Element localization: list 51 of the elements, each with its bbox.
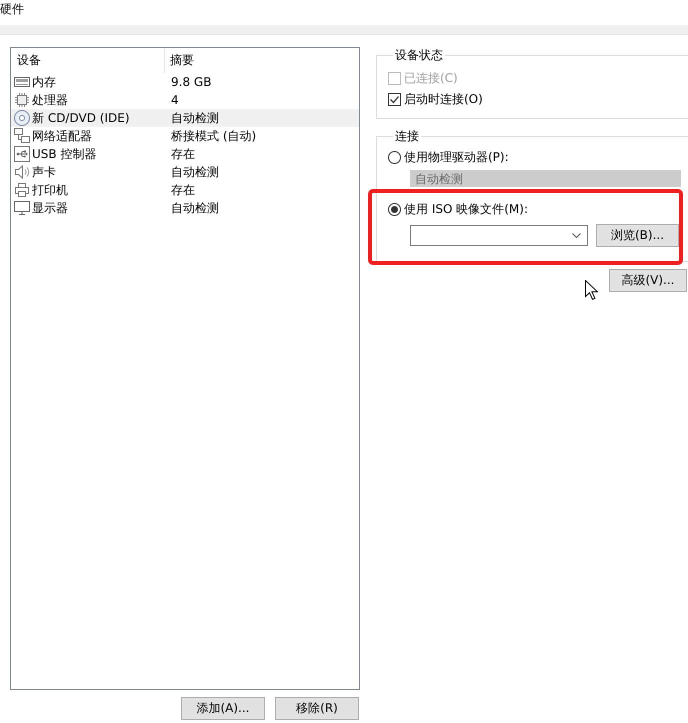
monitor-icon <box>14 200 30 216</box>
radio-label: 使用物理驱动器(P): <box>404 148 509 166</box>
device-summary: 自动检测 <box>171 200 219 216</box>
device-name: 内存 <box>32 74 56 90</box>
add-button[interactable]: 添加(A)... <box>181 697 265 720</box>
radio-button[interactable] <box>388 202 401 216</box>
device-row[interactable]: 处理器 4 <box>11 91 359 109</box>
memory-icon <box>14 74 30 90</box>
device-row[interactable]: USB 控制器 存在 <box>11 145 359 163</box>
device-row[interactable]: 内存 9.8 GB <box>11 73 359 91</box>
checkbox[interactable] <box>388 92 401 106</box>
device-name: 声卡 <box>32 164 56 180</box>
checkbox-label: 启动时连接(O) <box>404 90 483 108</box>
mouse-cursor-icon <box>585 280 598 300</box>
device-row[interactable]: 声卡 自动检测 <box>11 163 359 181</box>
chevron-down-icon <box>572 233 581 238</box>
device-name: 打印机 <box>32 182 68 198</box>
printer-icon <box>14 182 30 198</box>
device-name: USB 控制器 <box>32 146 96 162</box>
usb-icon <box>14 146 30 162</box>
advanced-button[interactable]: 高级(V)... <box>609 269 687 292</box>
device-summary: 存在 <box>171 146 195 162</box>
column-header[interactable]: 设备 <box>11 48 165 73</box>
device-row[interactable]: 显示器 自动检测 <box>11 199 359 217</box>
disc-icon <box>14 110 30 126</box>
iso-path-combo[interactable] <box>410 225 588 246</box>
speaker-icon <box>14 164 30 180</box>
section-title: 硬件 <box>0 1 24 17</box>
browse-button[interactable]: 浏览(B)... <box>596 224 679 247</box>
network-icon <box>14 128 30 144</box>
device-row[interactable]: 打印机 存在 <box>11 181 359 199</box>
device-name: 处理器 <box>32 92 68 108</box>
remove-button[interactable]: 移除(R) <box>275 697 359 720</box>
group-title: 设备状态 <box>394 48 444 62</box>
device-summary: 9.8 GB <box>171 75 212 89</box>
device-summary: 桥接模式 (自动) <box>171 128 256 144</box>
device-name: 新 CD/DVD (IDE) <box>32 110 130 126</box>
device-summary: 4 <box>171 93 179 107</box>
device-summary: 自动检测 <box>171 110 219 126</box>
group-title: 连接 <box>394 129 420 143</box>
radio-label: 使用 ISO 映像文件(M): <box>404 200 528 218</box>
column-header[interactable]: 摘要 <box>165 48 359 73</box>
device-summary: 存在 <box>171 182 195 198</box>
device-row[interactable]: 网络适配器 桥接模式 (自动) <box>11 127 359 145</box>
chip-icon <box>14 92 30 108</box>
checkbox-label: 已连接(C) <box>404 70 458 86</box>
device-summary: 自动检测 <box>171 164 219 180</box>
device-row[interactable]: 新 CD/DVD (IDE) 自动检测 <box>11 109 359 127</box>
radio-button[interactable] <box>388 150 401 164</box>
device-name: 显示器 <box>32 200 68 216</box>
device-name: 网络适配器 <box>32 128 92 144</box>
